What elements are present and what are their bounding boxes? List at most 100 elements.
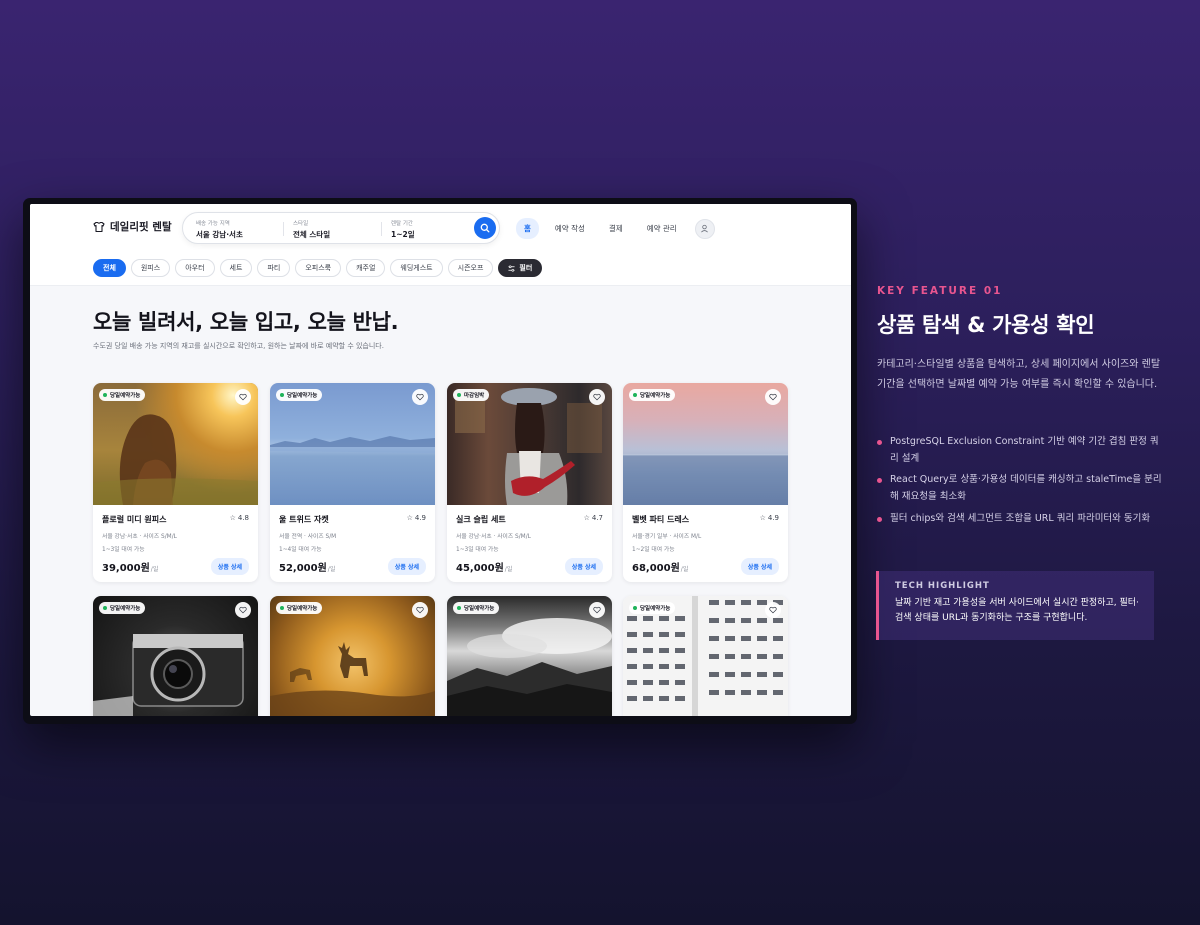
feature-bullet-list: PostgreSQL Exclusion Constraint 기반 예약 기간… <box>877 434 1167 532</box>
feature-bullet: 필터 chips와 검색 세그먼트 조합을 URL 쿼리 파라미터와 동기화 <box>877 511 1167 528</box>
nav-reservation-create[interactable]: 예약 작성 <box>547 218 593 239</box>
girl-illustration <box>93 414 258 505</box>
product-meta: 서울 강남·서초 · 사이즈 S/M/L <box>456 534 531 540</box>
heart-icon[interactable] <box>235 602 251 618</box>
product-name: 플로럴 미디 원피스 <box>102 515 167 524</box>
mountain-illustration <box>447 618 612 716</box>
lake-illustration <box>270 436 435 453</box>
product-price: 45,000원/일 <box>456 563 513 574</box>
period-segment[interactable]: 렌탈 기간 1~2일 <box>391 219 415 240</box>
brand-logo[interactable]: 데일리핏 렌탈 <box>93 219 172 234</box>
heart-icon[interactable] <box>412 602 428 618</box>
product-image: 마감임박 <box>447 383 612 505</box>
app-screen: 데일리핏 렌탈 배송 가능 지역 서울 강남·서초 스타일 전체 스타일 렌탈 … <box>30 204 851 716</box>
heart-icon[interactable] <box>589 602 605 618</box>
product-name: 울 트위드 자켓 <box>279 515 329 524</box>
feature-description: 카테고리·스타일별 상품을 탐색하고, 상세 페이지에서 사이즈와 렌탈 기간을… <box>877 359 1161 390</box>
category-chip-bar: 전체 원피스 아우터 세트 파티 오피스룩 캐주얼 웨딩게스트 시즌오프 필터 <box>30 252 851 286</box>
product-price: 68,000원/일 <box>632 563 689 574</box>
product-image: 당일예약가능 <box>93 383 258 505</box>
user-icon <box>701 224 709 233</box>
availability-badge: 마감임박 <box>453 389 490 401</box>
product-card[interactable]: 당일예약가능 <box>623 596 788 716</box>
product-rating: ☆ 4.9 <box>406 514 426 522</box>
product-meta: 서울 강남·서초 · 사이즈 S/M/L <box>102 534 177 540</box>
product-image: 당일예약가능 <box>623 383 788 505</box>
product-rating: ☆ 4.8 <box>229 514 249 522</box>
nav-payment[interactable]: 결제 <box>601 218 631 239</box>
period-value: 1~2일 <box>391 230 415 239</box>
product-image: 당일예약가능 <box>447 596 612 716</box>
search-icon <box>480 223 490 233</box>
location-segment[interactable]: 배송 가능 지역 서울 강남·서초 <box>196 219 243 240</box>
product-rating: ☆ 4.9 <box>759 514 779 522</box>
bullet-dot-icon <box>877 440 882 445</box>
availability-badge: 당일예약가능 <box>99 389 146 401</box>
bullet-dot-icon <box>877 478 882 484</box>
tech-highlight-text: 날짜 기반 재고 가용성을 서버 사이드에서 실시간 판정하고, 필터·검색 상… <box>895 598 1139 624</box>
tech-highlight-box: TECH HIGHLIGHT 날짜 기반 재고 가용성을 서버 사이드에서 실시… <box>876 571 1154 640</box>
heart-icon[interactable] <box>765 602 781 618</box>
availability-badge: 당일예약가능 <box>276 602 323 614</box>
nav-reservation-manage[interactable]: 예약 관리 <box>639 218 685 239</box>
product-meta: 서울·경기 일부 · 사이즈 M/L <box>632 534 702 540</box>
rental-period: 1~2일 대여 가능 <box>632 547 675 553</box>
style-label: 스타일 <box>293 221 309 227</box>
product-meta: 서울 전역 · 사이즈 S/M <box>279 534 337 540</box>
filter-icon <box>508 264 515 272</box>
chip-season-off[interactable]: 시즌오프 <box>447 259 494 277</box>
chip-casual[interactable]: 캐주얼 <box>346 259 386 277</box>
rental-period: 1~4일 대여 가능 <box>279 547 322 553</box>
chip-office[interactable]: 오피스룩 <box>295 259 342 277</box>
search-button[interactable] <box>474 217 496 239</box>
chip-all[interactable]: 전체 <box>93 259 126 277</box>
feature-title: 상품 탐색 & 가용성 확인 <box>877 313 1095 337</box>
star-icon: ☆ <box>583 514 590 522</box>
product-card[interactable]: 마감임박 실크 슬립 세트 ☆ 4.7 서울 강남·서초 · 사이즈 S/M/L … <box>447 383 612 582</box>
bullet-dot-icon <box>877 516 882 522</box>
product-detail-button[interactable]: 상품 상세 <box>387 558 426 575</box>
product-image: 당일예약가능 <box>270 383 435 505</box>
period-label: 렌탈 기간 <box>391 221 413 227</box>
availability-badge: 당일예약가능 <box>276 389 323 401</box>
heart-icon[interactable] <box>235 389 251 405</box>
product-detail-button[interactable]: 상품 상세 <box>210 558 249 575</box>
availability-badge: 당일예약가능 <box>629 602 676 614</box>
product-name: 벨벳 파티 드레스 <box>632 515 690 524</box>
heart-icon[interactable] <box>412 389 428 405</box>
page-title: 오늘 빌려서, 오늘 입고, 오늘 반납. <box>93 310 399 334</box>
product-detail-button[interactable]: 상품 상세 <box>564 558 603 575</box>
device-frame: 데일리핏 렌탈 배송 가능 지역 서울 강남·서초 스타일 전체 스타일 렌탈 … <box>23 198 857 724</box>
heart-icon[interactable] <box>589 389 605 405</box>
main-nav: 홈 예약 작성 결제 예약 관리 <box>516 218 715 239</box>
chip-onepiece[interactable]: 원피스 <box>130 259 171 277</box>
product-card[interactable]: 당일예약가능 <box>93 596 258 716</box>
product-detail-button[interactable]: 상품 상세 <box>740 558 779 575</box>
feature-bullet: React Query로 상품·가용성 데이터를 캐싱하고 staleTime을… <box>877 472 1167 505</box>
availability-badge: 당일예약가능 <box>453 602 500 614</box>
product-rating: ☆ 4.7 <box>583 514 603 522</box>
heart-icon[interactable] <box>765 389 781 405</box>
product-image: 당일예약가능 <box>270 596 435 716</box>
availability-badge: 당일예약가능 <box>99 602 146 614</box>
product-card[interactable]: 당일예약가능 <box>447 596 612 716</box>
avatar[interactable] <box>694 218 715 239</box>
app-header: 데일리핏 렌탈 배송 가능 지역 서울 강남·서초 스타일 전체 스타일 렌탈 … <box>30 204 851 252</box>
rental-period: 1~3일 대여 가능 <box>102 547 145 553</box>
sea-illustration <box>623 454 788 505</box>
chip-set[interactable]: 세트 <box>219 259 253 277</box>
style-segment[interactable]: 스타일 전체 스타일 <box>293 219 330 240</box>
deer-illustration <box>270 642 435 716</box>
star-icon: ☆ <box>229 514 236 522</box>
nav-home[interactable]: 홈 <box>516 218 539 239</box>
product-card[interactable]: 당일예약가능 벨벳 파티 드레스 ☆ 4.9 서울·경기 일부 · 사이즈 M/L… <box>623 383 788 582</box>
filter-button[interactable]: 필터 <box>498 259 543 277</box>
product-price: 39,000원/일 <box>102 563 159 574</box>
product-card[interactable]: 당일예약가능 <box>270 596 435 716</box>
chip-party[interactable]: 파티 <box>257 259 291 277</box>
product-card[interactable]: 당일예약가능 울 트위드 자켓 ☆ 4.9 서울 전역 · 사이즈 S/M 1~4… <box>270 383 435 582</box>
chip-wedding-guest[interactable]: 웨딩게스트 <box>390 259 443 277</box>
product-card[interactable]: 당일예약가능 플로럴 미디 원피스 ☆ 4.8 서울 강남·서초 · 사이즈 S/… <box>93 383 258 582</box>
filter-label: 필터 <box>519 264 533 272</box>
chip-outer[interactable]: 아우터 <box>175 259 215 277</box>
